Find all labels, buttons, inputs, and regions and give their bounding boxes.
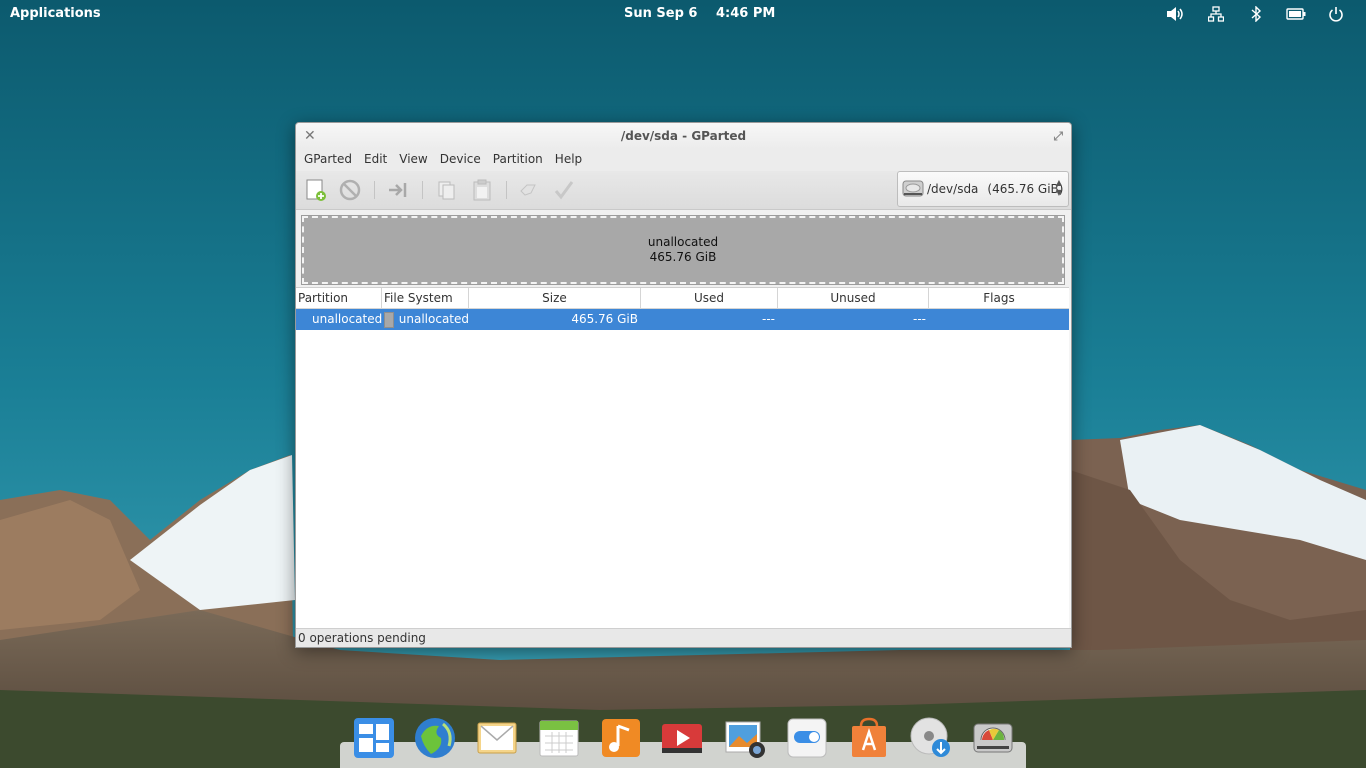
app-center-icon[interactable]: [847, 716, 891, 760]
window-title: /dev/sda - GParted: [620, 129, 747, 143]
gparted-icon[interactable]: [971, 716, 1015, 760]
time-label: 4:46 PM: [716, 6, 776, 21]
top-panel: Applications Sun Sep 6 4:46 PM: [0, 0, 1366, 28]
harddisk-icon: [902, 177, 924, 202]
system-settings-icon[interactable]: [785, 716, 829, 760]
menu-help[interactable]: Help: [549, 149, 588, 171]
apply-icon[interactable]: [550, 177, 578, 203]
status-bar: 0 operations pending: [296, 628, 1071, 647]
volume-icon[interactable]: [1156, 4, 1196, 24]
column-partition[interactable]: Partition: [296, 288, 382, 308]
photos-icon[interactable]: [723, 716, 767, 760]
calendar-icon[interactable]: [537, 716, 581, 760]
menubar: GParted Edit View Device Partition Help: [296, 149, 1071, 171]
device-size: (465.76 GiB): [987, 182, 1064, 196]
partition-table: Partition File System Size Used Unused F…: [296, 287, 1069, 629]
new-partition-icon[interactable]: [302, 177, 330, 203]
web-browser-icon[interactable]: [413, 716, 457, 760]
mail-icon[interactable]: [475, 716, 519, 760]
clock[interactable]: Sun Sep 6 4:46 PM: [624, 6, 789, 21]
toolbar: /dev/sda (465.76 GiB) ▲ ▼: [296, 171, 1071, 210]
close-icon[interactable]: ✕: [304, 123, 316, 149]
undo-icon[interactable]: [514, 177, 542, 203]
network-icon[interactable]: [1196, 4, 1236, 24]
multitasking-view-icon[interactable]: [352, 716, 396, 760]
applications-menu[interactable]: Applications: [10, 6, 101, 21]
menu-view[interactable]: View: [393, 149, 433, 171]
paste-icon[interactable]: [468, 177, 496, 203]
menu-device[interactable]: Device: [434, 149, 487, 171]
cell-size: 465.76 GiB: [571, 312, 638, 326]
unallocated-block[interactable]: unallocated 465.76 GiB: [301, 215, 1065, 285]
menu-gparted[interactable]: GParted: [298, 149, 358, 171]
menu-edit[interactable]: Edit: [358, 149, 393, 171]
graph-label: unallocated: [647, 235, 719, 249]
column-used[interactable]: Used: [641, 288, 778, 308]
column-size[interactable]: Size: [469, 288, 641, 308]
table-row[interactable]: unallocated unallocated 465.76 GiB --- -…: [296, 309, 1069, 330]
cell-flags: [929, 309, 1069, 330]
graph-size: 465.76 GiB: [649, 250, 717, 264]
videos-icon[interactable]: [660, 716, 704, 760]
column-flags[interactable]: Flags: [929, 288, 1069, 308]
gparted-window: ✕ /dev/sda - GParted ⤢ GParted Edit View…: [295, 122, 1072, 648]
toolbar-separator: [374, 181, 375, 199]
resize-move-icon[interactable]: [384, 177, 412, 203]
music-icon[interactable]: [599, 716, 643, 760]
disk-installer-icon[interactable]: [909, 716, 953, 760]
cell-unused: ---: [913, 312, 926, 326]
power-icon[interactable]: [1316, 4, 1356, 24]
cell-used: ---: [762, 312, 775, 326]
date-label: Sun Sep 6: [624, 6, 698, 21]
dock: [340, 712, 1026, 768]
toolbar-separator: [422, 181, 423, 199]
spinner-arrows-icon: ▲ ▼: [1055, 178, 1062, 197]
titlebar[interactable]: ✕ /dev/sda - GParted ⤢: [296, 123, 1071, 149]
cell-partition: unallocated: [312, 312, 383, 326]
filesystem-label: unallocated: [398, 312, 469, 326]
toolbar-separator: [506, 181, 507, 199]
table-header: Partition File System Size Used Unused F…: [296, 288, 1069, 309]
filesystem-swatch-icon: [384, 311, 394, 328]
column-unused[interactable]: Unused: [778, 288, 929, 308]
menu-partition[interactable]: Partition: [487, 149, 549, 171]
delete-icon[interactable]: [336, 177, 364, 203]
partition-graph: unallocated 465.76 GiB: [296, 210, 1071, 290]
battery-icon[interactable]: [1276, 4, 1316, 24]
copy-icon[interactable]: [432, 177, 460, 203]
device-selector[interactable]: /dev/sda (465.76 GiB) ▲ ▼: [897, 171, 1069, 207]
indicator-area: [1156, 4, 1356, 24]
cell-filesystem: unallocated: [382, 309, 469, 330]
maximize-icon[interactable]: ⤢: [1053, 123, 1063, 149]
device-name: /dev/sda: [927, 182, 979, 196]
bluetooth-icon[interactable]: [1236, 4, 1276, 24]
column-filesystem[interactable]: File System: [382, 288, 469, 308]
